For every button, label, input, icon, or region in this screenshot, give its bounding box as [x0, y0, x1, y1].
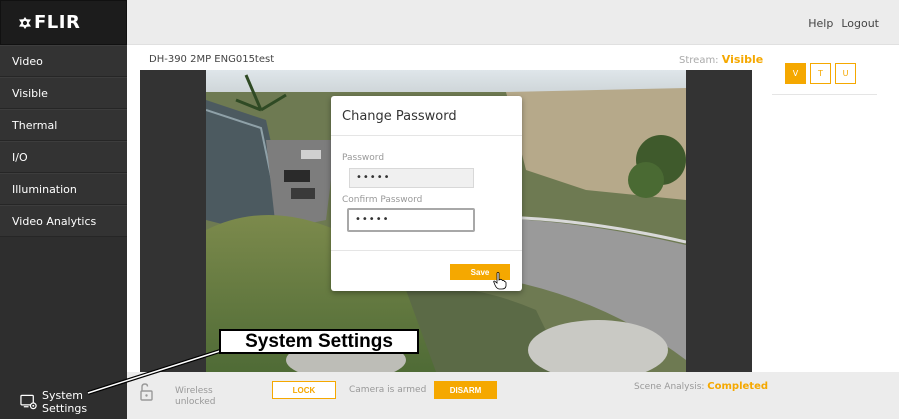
sidebar-item-video-analytics[interactable]: Video Analytics [0, 205, 127, 237]
help-link[interactable]: Help [808, 17, 833, 30]
lock-button[interactable]: LOCK [272, 381, 336, 399]
system-settings-callout: System Settings [219, 329, 419, 354]
dialog-divider [331, 250, 522, 251]
dialog-title: Change Password [342, 109, 457, 124]
sidebar-item-visible[interactable]: Visible [0, 77, 127, 109]
app-window: FLIR Video Visible Thermal I/O Illuminat… [0, 0, 899, 419]
password-label: Password [342, 153, 385, 163]
sidebar-item-label: Video [12, 54, 43, 68]
padlock-open-icon [140, 383, 153, 401]
header-links: Help Logout [808, 17, 879, 30]
camera-name: DH-390 2MP ENG015test [149, 54, 275, 65]
top-header: Help Logout [127, 0, 899, 45]
wireless-status-line2: unlocked [175, 397, 216, 407]
sidebar: FLIR Video Visible Thermal I/O Illuminat… [0, 0, 127, 419]
armed-status: Camera is armed [349, 385, 427, 395]
right-panel-divider [772, 94, 877, 95]
hand-pointer-icon [493, 272, 507, 290]
wireless-status: Wireless unlocked [175, 386, 216, 408]
logo: FLIR [0, 0, 127, 45]
scene-analysis-status: Scene Analysis: Completed [634, 381, 768, 392]
flir-logo-icon [19, 16, 31, 29]
logout-link[interactable]: Logout [841, 17, 879, 30]
change-password-dialog: Change Password Password ••••• Confirm P… [331, 96, 522, 291]
logo-text: FLIR [34, 12, 81, 33]
stream-label: Stream: [679, 55, 719, 66]
view-mode-u-button[interactable]: U [835, 63, 856, 84]
sidebar-nav: Video Visible Thermal I/O Illumination V… [0, 45, 127, 237]
sidebar-item-io[interactable]: I/O [0, 141, 127, 173]
monitor-gear-icon [20, 394, 37, 410]
sidebar-item-illumination[interactable]: Illumination [0, 173, 127, 205]
sidebar-item-label: Visible [12, 86, 48, 100]
stream-value: Visible [721, 53, 764, 66]
dialog-divider [331, 135, 522, 136]
bottom-status-bar [127, 372, 899, 419]
password-input[interactable]: ••••• [349, 168, 474, 188]
sidebar-item-video[interactable]: Video [0, 45, 127, 77]
scene-analysis-value: Completed [707, 381, 769, 392]
confirm-password-input[interactable]: ••••• [347, 208, 475, 232]
sidebar-item-thermal[interactable]: Thermal [0, 109, 127, 141]
sidebar-item-label: Illumination [12, 182, 77, 196]
sidebar-item-label: I/O [12, 150, 28, 164]
right-panel: V T U [772, 45, 899, 419]
disarm-button[interactable]: DISARM [434, 381, 497, 399]
stream-indicator: Stream: Visible [679, 53, 763, 66]
wireless-status-line1: Wireless [175, 386, 213, 396]
sidebar-item-label: Video Analytics [12, 214, 97, 228]
confirm-password-label: Confirm Password [342, 195, 423, 205]
system-settings-label: System Settings [41, 389, 88, 415]
sidebar-item-label: Thermal [12, 118, 58, 132]
view-mode-group: V T U [785, 63, 856, 84]
view-mode-visible-button[interactable]: V [785, 63, 806, 84]
view-mode-thermal-button[interactable]: T [810, 63, 831, 84]
system-settings-link[interactable]: System Settings [20, 389, 127, 415]
scene-analysis-label: Scene Analysis: [634, 382, 705, 392]
